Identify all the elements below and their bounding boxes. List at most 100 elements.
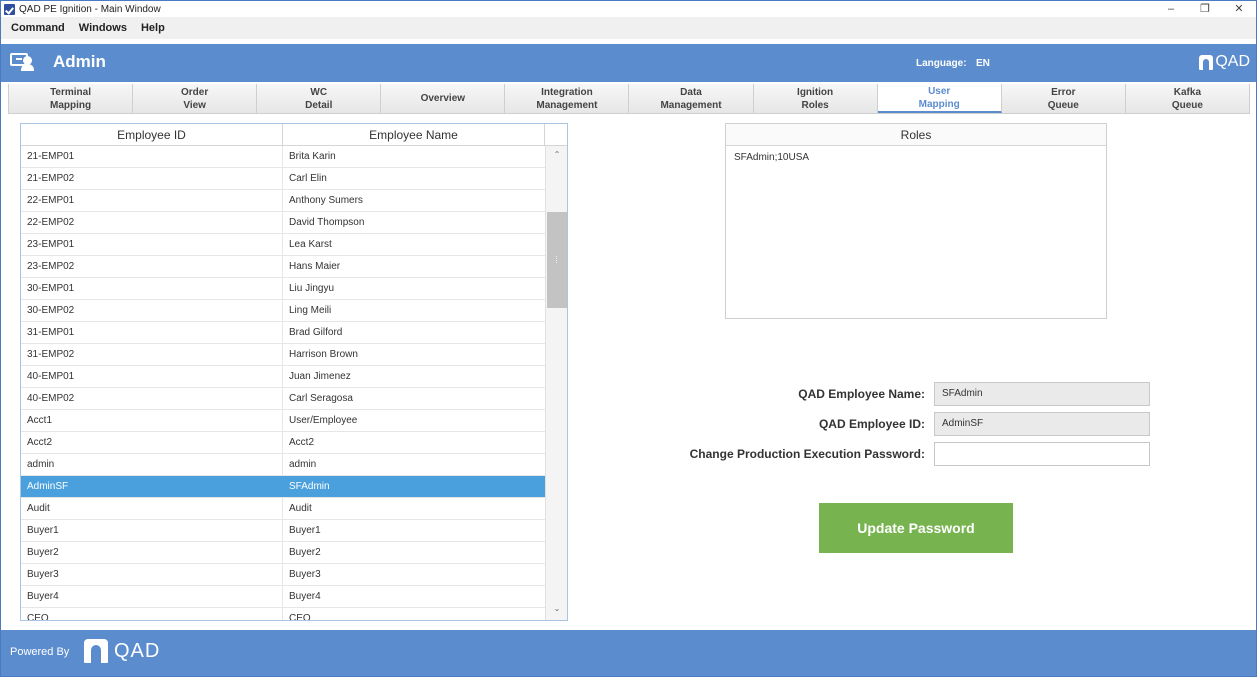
window-title: QAD PE Ignition - Main Window (19, 3, 161, 15)
table-row[interactable]: Buyer1 Buyer1 (21, 520, 545, 542)
table-row[interactable]: Acct1 User/Employee (21, 410, 545, 432)
employee-id-cell: Buyer2 (21, 542, 283, 563)
employee-id-cell: 23-EMP01 (21, 234, 283, 255)
table-row[interactable]: 30-EMP01 Liu Jingyu (21, 278, 545, 300)
employee-name-cell: Brita Karin (289, 151, 336, 162)
employee-name-cell: Carl Elin (289, 173, 327, 184)
table-row[interactable]: Buyer4 Buyer4 (21, 586, 545, 608)
password-label: Change Production Execution Password: (689, 447, 925, 461)
admin-header: Admin Language: EN QAD (1, 44, 1256, 82)
menu-command[interactable]: Command (11, 22, 65, 34)
minimize-button[interactable]: – (1154, 1, 1188, 17)
table-row[interactable]: CEO CEO (21, 608, 545, 621)
tab-error-queue[interactable]: Error Queue (1001, 84, 1126, 113)
table-row[interactable]: 23-EMP02 Hans Maier (21, 256, 545, 278)
page-title: Admin (53, 52, 106, 71)
table-row[interactable]: 31-EMP02 Harrison Brown (21, 344, 545, 366)
footer: Powered By QAD (1, 630, 1256, 676)
update-password-button[interactable]: Update Password (819, 503, 1013, 553)
employee-table-scrollbar[interactable]: ⌃ ⌄ (545, 146, 567, 620)
employee-name-cell: User/Employee (289, 415, 358, 426)
app-icon (4, 3, 15, 15)
employee-id-cell: Buyer3 (21, 564, 283, 585)
employee-id-cell: 22-EMP02 (21, 212, 283, 233)
employee-id-cell: 30-EMP02 (21, 300, 283, 321)
title-bar: QAD PE Ignition - Main Window – ❐ ✕ (1, 1, 1256, 17)
employee-name-cell: Brad Gilford (289, 327, 343, 338)
admin-icon (10, 53, 35, 71)
table-row[interactable]: admin admin (21, 454, 545, 476)
scroll-down-icon[interactable]: ⌄ (546, 604, 567, 618)
employee-name-cell: Hans Maier (289, 261, 341, 272)
table-row[interactable]: Audit Audit (21, 498, 545, 520)
table-row[interactable]: 22-EMP02 David Thompson (21, 212, 545, 234)
employee-id-cell: Buyer4 (21, 586, 283, 607)
employee-name-cell: SFAdmin (289, 481, 330, 492)
table-row[interactable]: 22-EMP01 Anthony Sumers (21, 190, 545, 212)
employee-id-cell: 23-EMP02 (21, 256, 283, 277)
table-row[interactable]: 40-EMP02 Carl Seragosa (21, 388, 545, 410)
employee-id-cell: 22-EMP01 (21, 190, 283, 211)
employee-id-cell: 40-EMP02 (21, 388, 283, 409)
employee-name-cell: Ling Meili (289, 305, 332, 316)
employee-name-cell: David Thompson (289, 217, 365, 228)
table-row[interactable]: 23-EMP01 Lea Karst (21, 234, 545, 256)
employee-name-cell: Lea Karst (289, 239, 332, 250)
table-row[interactable]: AdminSF SFAdmin (21, 476, 545, 498)
tab-order-view[interactable]: Order View (133, 84, 258, 113)
tab-overview[interactable]: Overview (381, 84, 506, 113)
employee-name-field: SFAdmin (934, 382, 1150, 406)
table-row[interactable]: Buyer2 Buyer2 (21, 542, 545, 564)
footer-qad-logo-text: QAD (114, 639, 161, 662)
employee-id-cell: 31-EMP02 (21, 344, 283, 365)
qad-logo-icon (1199, 54, 1214, 70)
employee-name-cell: Buyer1 (289, 525, 321, 536)
table-row[interactable]: 31-EMP01 Brad Gilford (21, 322, 545, 344)
qad-logo-text: QAD (1215, 53, 1250, 70)
tab-terminal-mapping[interactable]: Terminal Mapping (8, 84, 134, 113)
employee-id-cell: CEO (21, 608, 283, 620)
footer-qad-logo: QAD (84, 639, 160, 663)
menu-help[interactable]: Help (141, 22, 165, 34)
employee-id-field: AdminSF (934, 412, 1150, 436)
employee-id-cell: admin (21, 454, 283, 475)
table-row[interactable]: Buyer3 Buyer3 (21, 564, 545, 586)
employee-id-cell: Buyer1 (21, 520, 283, 541)
language-value[interactable]: EN (976, 58, 990, 69)
table-row[interactable]: 30-EMP02 Ling Meili (21, 300, 545, 322)
table-row[interactable]: 40-EMP01 Juan Jimenez (21, 366, 545, 388)
table-row[interactable]: 21-EMP01 Brita Karin (21, 146, 545, 168)
employee-name-cell: Liu Jingyu (289, 283, 335, 294)
tab-user-mapping[interactable]: User Mapping (877, 84, 1002, 113)
scroll-thumb[interactable] (547, 212, 567, 308)
tab-ignition-roles[interactable]: Ignition Roles (753, 84, 878, 113)
table-row[interactable]: Acct2 Acct2 (21, 432, 545, 454)
column-header-employee-id[interactable]: Employee ID (21, 124, 283, 145)
tab-data-management[interactable]: Data Management (629, 84, 754, 113)
window-controls: – ❐ ✕ (1154, 1, 1256, 17)
employee-id-cell: 31-EMP01 (21, 322, 283, 343)
restore-button[interactable]: ❐ (1188, 1, 1222, 17)
table-row[interactable]: 21-EMP02 Carl Elin (21, 168, 545, 190)
employee-name-label: QAD Employee Name: (798, 387, 925, 401)
close-button[interactable]: ✕ (1222, 1, 1256, 17)
role-item[interactable]: SFAdmin;10USA (726, 146, 1106, 163)
employee-id-label: QAD Employee ID: (818, 417, 925, 431)
tab-kafka-queue[interactable]: Kafka Queue (1125, 84, 1250, 113)
tab-wc-detail[interactable]: WC Detail (257, 84, 382, 113)
scroll-up-icon[interactable]: ⌃ (546, 150, 567, 164)
employee-table-header: Employee ID Employee Name (21, 124, 567, 146)
tab-integration-management[interactable]: Integration Management (505, 84, 630, 113)
menu-windows[interactable]: Windows (79, 22, 127, 34)
employee-name-cell: Harrison Brown (289, 349, 358, 360)
employee-id-cell: 21-EMP02 (21, 168, 283, 189)
column-header-employee-name[interactable]: Employee Name (283, 124, 545, 145)
employee-name-cell: CEO (289, 613, 311, 621)
employee-table-body: 21-EMP01 Brita Karin 21-EMP02 Carl Elin 22-E… (21, 146, 545, 621)
employee-id-cell: 30-EMP01 (21, 278, 283, 299)
employee-name-cell: Buyer3 (289, 569, 321, 580)
password-input[interactable] (934, 442, 1150, 466)
employee-name-cell: Audit (289, 503, 312, 514)
employee-name-cell: Buyer2 (289, 547, 321, 558)
employee-id-cell: Acct1 (21, 410, 283, 431)
